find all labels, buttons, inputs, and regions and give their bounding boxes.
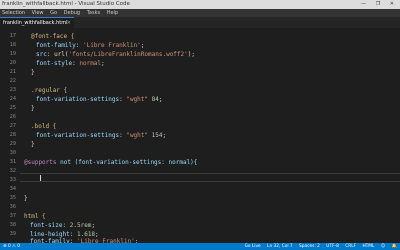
- css-string: "wght": [126, 96, 149, 103]
- line-number: 18: [9, 42, 16, 48]
- line-number: 39: [9, 231, 16, 237]
- css-value: normal: [79, 60, 102, 67]
- line-number: 34: [9, 186, 16, 192]
- status-items: Go Live Ln 32, Col 7 Spaces: 2 UTF-8 CRL…: [240, 243, 397, 250]
- menu-bar: Selection View Go Debug Tasks Help: [0, 9, 400, 17]
- go-live-button[interactable]: Go Live: [245, 244, 261, 249]
- line-number: 32: [9, 168, 16, 174]
- css-property: font-variation-settings: [36, 132, 120, 139]
- notifications-icon[interactable]: 🔔: [392, 244, 397, 249]
- feedback-icon[interactable]: ☺: [381, 244, 385, 249]
- problems-indicator[interactable]: ⊗ 0 ⚠ 0: [3, 243, 20, 250]
- css-property: src: [36, 51, 47, 58]
- cursor-position[interactable]: Ln 32, Col 7: [267, 244, 293, 249]
- code-line: }: [31, 69, 35, 76]
- css-function: url: [54, 51, 65, 58]
- code-line: html {: [24, 213, 46, 220]
- line-number: 20: [9, 60, 16, 66]
- text-caret: [40, 175, 41, 181]
- line-number: 26: [9, 114, 16, 120]
- line-number: 17: [9, 33, 16, 39]
- line-number: 31: [9, 159, 16, 165]
- line-number: 33: [9, 177, 16, 183]
- code-line: }: [31, 105, 35, 112]
- code-line: @font-face {: [31, 33, 74, 40]
- line-number: 37: [9, 213, 16, 219]
- code-line: }: [31, 141, 35, 148]
- line-number: 22: [9, 78, 16, 84]
- css-condition: not (font-variation-settings: normal){: [60, 159, 198, 166]
- indentation-setting[interactable]: Spaces: 2: [299, 244, 320, 249]
- css-property: font-style: [36, 60, 73, 67]
- css-number: 1.618: [76, 231, 96, 238]
- code-line: font-style: normal;: [36, 60, 105, 67]
- code-line: line-height: 1.618;: [30, 231, 99, 238]
- code-line: font-size: 2.5rem;: [30, 222, 96, 229]
- line-number: 35: [9, 195, 16, 201]
- css-selector-bold: .bold {: [31, 123, 57, 130]
- line-number: 24: [9, 96, 16, 102]
- tab-label: franklin_withfallback.html: [3, 20, 68, 26]
- line-number: 38: [9, 222, 16, 228]
- window-controls[interactable]: — ❐ ✕: [361, 0, 398, 9]
- line-number: 27: [9, 123, 16, 129]
- line-number: 25: [9, 105, 16, 111]
- window-title: franklin_withfallback.html - Visual Stud…: [2, 1, 130, 7]
- code-line: src: url('fonts/LibreFranklinRomans.woff…: [36, 51, 195, 58]
- code-line: font-family: 'Libre Franklin';: [36, 42, 145, 49]
- line-number: 28: [9, 132, 16, 138]
- code-line: .bold {: [31, 123, 56, 130]
- menu-selection[interactable]: Selection: [2, 10, 25, 16]
- css-property: line-height: [30, 231, 70, 238]
- menu-debug[interactable]: Debug: [64, 10, 80, 16]
- css-number: 2.5rem: [69, 222, 92, 229]
- css-at-rule-supports: @supports: [24, 159, 57, 166]
- css-string: "wght": [126, 132, 149, 139]
- code-line: font-variation-settings: "wght" 84;: [36, 96, 163, 103]
- title-bar: franklin_withfallback.html - Visual Stud…: [0, 0, 400, 9]
- code-line: }: [24, 195, 28, 202]
- css-string: 'Libre Franklin': [82, 42, 141, 49]
- code-editor[interactable]: 17 18 19 20 21 22 23 24 25 26 27 28 29 3…: [0, 28, 400, 245]
- menu-view[interactable]: View: [32, 10, 44, 16]
- code-line: .regular {: [31, 87, 67, 94]
- css-number: 154: [151, 132, 163, 139]
- current-line-highlight: [20, 173, 400, 182]
- line-ending-setting[interactable]: CRLF: [345, 244, 356, 249]
- line-number-gutter: 17 18 19 20 21 22 23 24 25 26 27 28 29 3…: [0, 28, 20, 243]
- line-number: 21: [9, 69, 16, 75]
- css-selector-regular: .regular {: [31, 87, 68, 94]
- css-property: font-variation-settings: [36, 96, 120, 103]
- line-number: 36: [9, 204, 16, 210]
- line-number: 30: [9, 150, 16, 156]
- at-rule-font-face: @font-face {: [31, 33, 75, 40]
- css-selector-html: html {: [24, 213, 46, 220]
- editor-tab[interactable]: franklin_withfallback.html ×: [0, 17, 74, 28]
- tab-bar: franklin_withfallback.html ×: [0, 17, 400, 28]
- menu-tasks[interactable]: Tasks: [87, 10, 100, 16]
- code-line: @supports not (font-variation-settings: …: [24, 159, 197, 166]
- code-line: font-variation-settings: "wght" 154;: [36, 132, 167, 139]
- css-string: 'fonts/LibreFranklinRomans.woff2': [68, 51, 188, 58]
- menu-go[interactable]: Go: [50, 10, 57, 16]
- line-number: 23: [9, 87, 16, 93]
- menu-help[interactable]: Help: [107, 10, 118, 16]
- css-property: font-size: [30, 222, 63, 229]
- line-number: 19: [9, 51, 16, 57]
- css-number: 84: [151, 96, 159, 103]
- language-mode[interactable]: HTML: [362, 244, 374, 249]
- line-number: 29: [9, 141, 16, 147]
- encoding-setting[interactable]: UTF-8: [326, 244, 339, 249]
- status-bar: ⊗ 0 ⚠ 0 Go Live Ln 32, Col 7 Spaces: 2 U…: [0, 243, 400, 250]
- css-property: font-family: [36, 42, 76, 49]
